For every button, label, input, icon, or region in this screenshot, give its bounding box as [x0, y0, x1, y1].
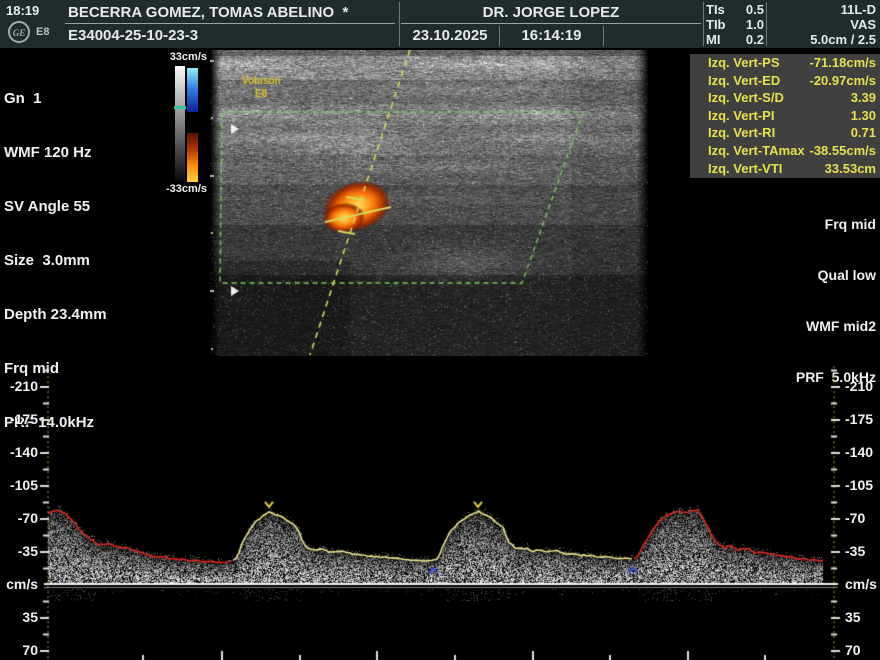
axis-label-right--105: -105	[845, 477, 880, 493]
doppler-wmf: WMF mid2	[690, 318, 876, 335]
header-divider	[766, 2, 767, 46]
axis-label-right--140: -140	[845, 444, 880, 460]
header-divider	[703, 2, 704, 46]
axis-label-right-cm/s: cm/s	[845, 576, 880, 592]
ti-row-tis: TIs 0.5	[706, 2, 764, 17]
exam-id: E34004-25-10-23-3	[68, 27, 198, 44]
axis-label-right--210: -210	[845, 378, 880, 394]
axis-label-right-35: 35	[845, 609, 880, 625]
spectrum-area: -210 -210 -175 -175 -140 -140 -105 -105 -70 -70 -3…	[0, 360, 880, 660]
grayscale-marker	[174, 106, 186, 109]
physician-name: DR. JORGE LOPEZ	[400, 4, 702, 21]
header-divider	[401, 23, 701, 24]
axis-label-right-70: 70	[845, 642, 880, 658]
doppler-frequency: Frq mid	[690, 216, 876, 233]
spectrum-display	[0, 360, 880, 660]
tib-label: TIb	[706, 17, 726, 32]
axis-label-left-cm/s: cm/s	[0, 576, 38, 592]
axis-label-right--175: -175	[845, 411, 880, 427]
axis-label-right--35: -35	[845, 543, 880, 559]
depth-zoom: 5.0cm / 2.5	[770, 32, 876, 47]
measurement-row: Izq. Vert-S/D3.39	[690, 89, 880, 107]
probe-name: 11L-D	[770, 2, 876, 17]
measurement-row: Izq. Vert-TAmax-38.55cm/s	[690, 142, 880, 160]
color-scale-min: -33cm/s	[155, 183, 207, 195]
clock: 18:19	[6, 3, 39, 18]
color-bar-away	[187, 133, 198, 182]
axis-label-left--70: -70	[0, 510, 38, 526]
ti-row-tib: TIb 1.0	[706, 17, 764, 32]
axis-label-left-70: 70	[0, 642, 38, 658]
header-bar: 18:19 GE E8 BECERRA GOMEZ, TOMAS ABELINO…	[0, 0, 880, 48]
measurement-row: Izq. Vert-ED-20.97cm/s	[690, 72, 880, 90]
exam-date: 23.10.2025	[400, 27, 500, 44]
measurement-panel: Izq. Vert-PS-71.18cm/s Izq. Vert-ED-20.9…	[690, 54, 880, 178]
bmode-image[interactable]	[210, 50, 648, 356]
gain-readout: Gn 1	[4, 90, 107, 108]
axis-label-left--140: -140	[0, 444, 38, 460]
exam-time: 16:14:19	[500, 27, 603, 44]
measurement-row: Izq. Vert-VTI33.53cm	[690, 160, 880, 178]
wmf-readout: WMF 120 Hz	[4, 144, 107, 162]
tis-value: 0.5	[746, 2, 764, 17]
ultrasound-screen: 18:19 GE E8 BECERRA GOMEZ, TOMAS ABELINO…	[0, 0, 880, 660]
color-scale-max: 33cm/s	[163, 51, 207, 63]
measurement-row: Izq. Vert-PS-71.18cm/s	[690, 54, 880, 72]
axis-label-left--35: -35	[0, 543, 38, 559]
mi-label: MI	[706, 32, 720, 47]
axis-label-left--175: -175	[0, 411, 38, 427]
depth-readout: Depth 23.4mm	[4, 306, 107, 324]
header-divider	[65, 23, 395, 24]
axis-label-right--70: -70	[845, 510, 880, 526]
mi-value: 0.2	[746, 32, 764, 47]
patient-name: BECERRA GOMEZ, TOMAS ABELINO *	[68, 4, 348, 21]
tis-label: TIs	[706, 2, 725, 17]
measurement-row: Izq. Vert-PI1.30	[690, 107, 880, 125]
measurement-row: Izq. Vert-RI0.71	[690, 124, 880, 142]
axis-label-left--210: -210	[0, 378, 38, 394]
preset-name: VAS	[770, 17, 876, 32]
sv-angle-readout: SV Angle 55	[4, 198, 107, 216]
header-divider	[603, 26, 604, 46]
ti-row-mi: MI 0.2	[706, 32, 764, 47]
tib-value: 1.0	[746, 17, 764, 32]
ge-logo-icon: GE	[8, 21, 30, 43]
axis-label-left-35: 35	[0, 609, 38, 625]
gate-size-readout: Size 3.0mm	[4, 252, 107, 270]
grayscale-bar	[175, 66, 185, 182]
doppler-quality: Qual low	[690, 267, 876, 284]
system-model: E8	[36, 26, 49, 38]
axis-label-left--105: -105	[0, 477, 38, 493]
color-bar-toward	[187, 68, 198, 112]
